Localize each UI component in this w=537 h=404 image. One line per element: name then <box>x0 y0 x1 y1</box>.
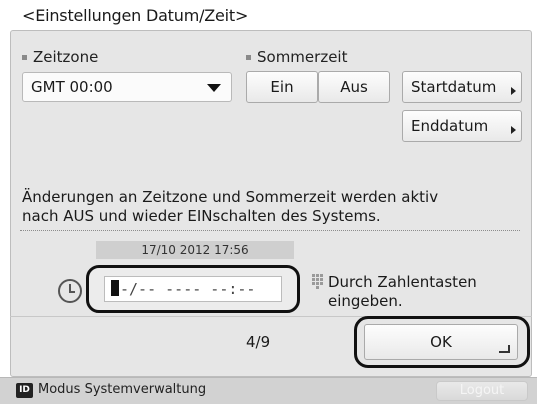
chevron-right-icon <box>511 126 516 134</box>
logout-button[interactable]: Logout <box>436 381 528 401</box>
dst-off-button[interactable]: Aus <box>318 71 390 103</box>
dst-label: Sommerzeit <box>246 48 347 66</box>
text-cursor <box>111 280 119 296</box>
keypad-hint: Durch Zahlentasten eingeben. <box>328 273 477 310</box>
id-badge-icon: ID <box>16 383 33 398</box>
ok-button[interactable]: OK <box>364 324 518 360</box>
info-message: Änderungen an Zeitzone und Sommerzeit we… <box>22 188 439 225</box>
bullet-icon <box>22 55 27 60</box>
timezone-label: Zeitzone <box>22 48 98 66</box>
screen-title: <Einstellungen Datum/Zeit> <box>22 6 249 25</box>
page-indicator: 4/9 <box>246 333 271 351</box>
keypad-icon <box>312 274 323 289</box>
divider <box>20 230 520 231</box>
datetime-input[interactable]: -/-- ---- --:-- <box>104 276 282 302</box>
clock-icon <box>58 279 82 303</box>
mode-label: Modus Systemverwaltung <box>38 382 207 397</box>
dst-end-date-button[interactable]: Enddatum <box>402 110 522 142</box>
enter-icon <box>499 345 510 353</box>
timezone-value: GMT 00:00 <box>31 78 113 96</box>
datetime-entry-highlight: -/-- ---- --:-- <box>86 265 300 313</box>
status-bar: ID Modus Systemverwaltung Logout <box>0 377 537 404</box>
ok-button-highlight: OK <box>354 316 530 368</box>
chevron-right-icon <box>511 87 516 95</box>
dst-on-button[interactable]: Ein <box>246 71 318 103</box>
dst-start-date-button[interactable]: Startdatum <box>402 71 522 103</box>
timezone-dropdown[interactable]: GMT 00:00 <box>22 72 232 102</box>
bullet-icon <box>246 55 251 60</box>
current-datetime: 17/10 2012 17:56 <box>96 241 294 259</box>
chevron-down-icon <box>207 84 221 92</box>
